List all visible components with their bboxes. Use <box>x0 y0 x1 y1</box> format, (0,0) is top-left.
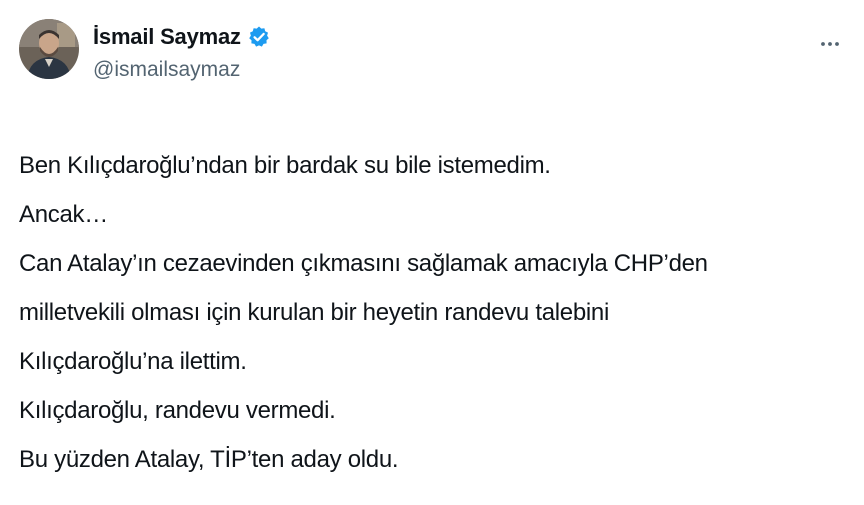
author-info: İsmail Saymaz @ismailsaymaz <box>93 22 271 82</box>
tweet-text-line: milletvekili olması için kurulan bir hey… <box>19 299 609 326</box>
tweet-text: Ben Kılıçdaroğlu’ndan bir bardak su bile… <box>19 141 849 484</box>
tweet-text-line: Can Atalay’ın cezaevinden çıkmasını sağl… <box>19 250 708 277</box>
tweet-card: İsmail Saymaz @ismailsaymaz Ben Kılıçdar… <box>0 0 864 505</box>
author-display-name[interactable]: İsmail Saymaz <box>93 24 241 50</box>
more-options-icon <box>821 42 839 46</box>
tweet-text-line: Ben Kılıçdaroğlu’ndan bir bardak su bile… <box>19 152 551 179</box>
tweet-text-line: Ancak… <box>19 201 108 228</box>
more-options-button[interactable] <box>812 26 848 62</box>
avatar-image <box>19 19 79 79</box>
author-handle[interactable]: @ismailsaymaz <box>93 58 271 82</box>
tweet-text-line: Kılıçdaroğlu’na ilettim. <box>19 348 247 375</box>
avatar[interactable] <box>19 19 79 79</box>
tweet-text-line: Kılıçdaroğlu, randevu vermedi. <box>19 397 336 424</box>
verified-badge-icon[interactable] <box>247 25 271 49</box>
tweet-text-line: Bu yüzden Atalay, TİP’ten aday oldu. <box>19 446 399 473</box>
author-name-row: İsmail Saymaz <box>93 22 271 52</box>
